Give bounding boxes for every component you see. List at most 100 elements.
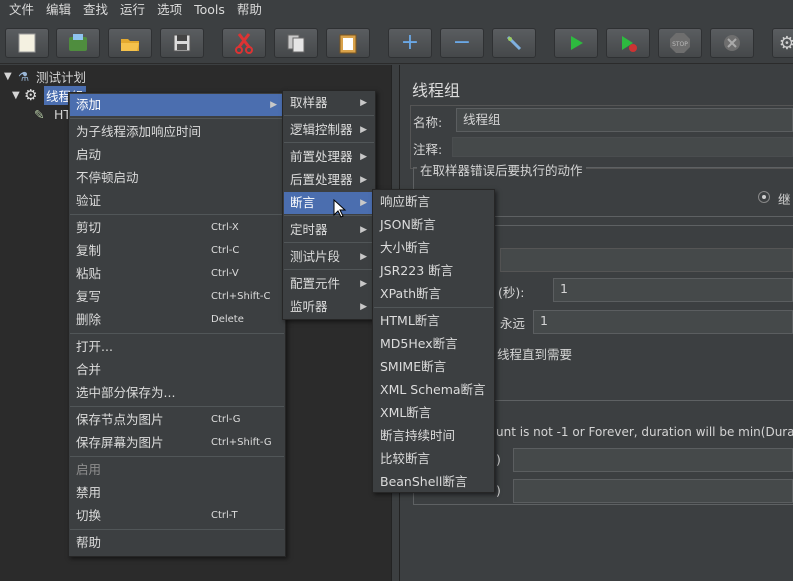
start-button[interactable] bbox=[554, 28, 598, 58]
submenu-item-test-fragment[interactable]: 测试片段 ▶ bbox=[284, 246, 374, 268]
menu-item-start-no-pause[interactable]: 不停顿启动 bbox=[70, 167, 284, 189]
save-button[interactable] bbox=[160, 28, 204, 58]
paste-button[interactable] bbox=[326, 28, 370, 58]
copy-button[interactable] bbox=[274, 28, 318, 58]
continue-label: 继 bbox=[778, 192, 791, 207]
templates-button[interactable] bbox=[56, 28, 100, 58]
start-no-pause-button[interactable] bbox=[606, 28, 650, 58]
menu-item-save-node-image[interactable]: 保存节点为图片 Ctrl-G bbox=[70, 409, 284, 431]
menu-item-save-screen-image[interactable]: 保存屏幕为图片 Ctrl+Shift-G bbox=[70, 432, 284, 454]
startup-delay-field[interactable] bbox=[513, 479, 793, 503]
submenu-item-logic-controller[interactable]: 逻辑控制器 ▶ bbox=[284, 119, 374, 141]
menu-item-label: 监听器 bbox=[290, 299, 328, 314]
menu-item-shortcut: Ctrl-X bbox=[211, 222, 239, 233]
settings-button[interactable]: ⚙ bbox=[772, 28, 793, 58]
menu-item-label: 测试片段 bbox=[290, 249, 341, 264]
assert-item-duration[interactable]: 断言持续时间 bbox=[374, 425, 493, 447]
menu-item-toggle[interactable]: 切换 Ctrl-T bbox=[70, 505, 284, 527]
new-icon bbox=[18, 33, 36, 53]
menu-item-label: 不停顿启动 bbox=[76, 170, 139, 185]
menu-item-label: 添加 bbox=[76, 97, 102, 112]
menu-item-save-selection[interactable]: 选中部分保存为... bbox=[70, 382, 284, 404]
assert-item-xml-schema[interactable]: XML Schema断言 bbox=[374, 379, 493, 401]
submenu-item-timer[interactable]: 定时器 ▶ bbox=[284, 219, 374, 241]
menu-item-shortcut: Ctrl-T bbox=[211, 510, 238, 521]
comment-field[interactable] bbox=[452, 137, 793, 157]
tree-node-label: 测试计划 bbox=[36, 69, 87, 85]
menu-edit[interactable]: 编辑 bbox=[40, 0, 77, 20]
assert-item-xml[interactable]: XML断言 bbox=[374, 402, 493, 424]
submenu-item-config-element[interactable]: 配置元件 ▶ bbox=[284, 273, 374, 295]
shutdown-button[interactable] bbox=[710, 28, 754, 58]
assert-item-compare[interactable]: 比较断言 bbox=[374, 448, 493, 470]
menu-item-shortcut: Delete bbox=[211, 314, 244, 325]
menu-tools[interactable]: Tools bbox=[188, 0, 231, 20]
menu-search[interactable]: 查找 bbox=[77, 0, 114, 20]
flask-icon: ⚗ bbox=[18, 68, 30, 84]
menu-item-label: 断言 bbox=[290, 195, 316, 210]
menu-item-help[interactable]: 帮助 bbox=[70, 532, 284, 554]
menu-item-label: JSR223 断言 bbox=[380, 263, 454, 278]
menu-bar: 文件 编辑 查找 运行 选项 Tools 帮助 bbox=[0, 0, 793, 20]
tree-node-http-sampler[interactable]: ✎ HT bbox=[34, 105, 71, 123]
loop-count-field[interactable]: 1 bbox=[533, 310, 793, 334]
menu-run[interactable]: 运行 bbox=[114, 0, 151, 20]
toggle-button[interactable] bbox=[492, 28, 536, 58]
menu-item-label: 复写 bbox=[76, 289, 102, 304]
assert-item-jsr223[interactable]: JSR223 断言 bbox=[374, 260, 493, 282]
submenu-item-listener[interactable]: 监听器 ▶ bbox=[284, 296, 374, 318]
menu-item-add[interactable]: 添加 ▶ bbox=[70, 94, 284, 116]
stop-button[interactable]: STOP bbox=[658, 28, 702, 58]
menu-item-copy[interactable]: 复制 Ctrl-C bbox=[70, 240, 284, 262]
cut-button[interactable] bbox=[222, 28, 266, 58]
name-field[interactable]: 线程组 bbox=[456, 108, 793, 132]
assert-item-response[interactable]: 响应断言 bbox=[374, 191, 493, 213]
duration-field[interactable] bbox=[513, 448, 793, 472]
menu-item-start[interactable]: 启动 bbox=[70, 144, 284, 166]
expanded-arrow-icon: ▼ bbox=[4, 70, 12, 82]
assert-item-html[interactable]: HTML断言 bbox=[374, 310, 493, 332]
menu-item-disable[interactable]: 禁用 bbox=[70, 482, 284, 504]
tree-node-test-plan[interactable]: ▼ ⚗ 测试计划 bbox=[4, 67, 86, 85]
settings-icon: ⚙ bbox=[778, 32, 793, 54]
menu-item-duplicate[interactable]: 复写 Ctrl+Shift-C bbox=[70, 286, 284, 308]
assert-item-xpath[interactable]: XPath断言 bbox=[374, 283, 493, 305]
submenu-item-post-processor[interactable]: 后置处理器 ▶ bbox=[284, 169, 374, 191]
menu-item-label: 帮助 bbox=[76, 535, 102, 550]
menu-item-add-response-time[interactable]: 为子线程添加响应时间 bbox=[70, 121, 284, 143]
menu-item-delete[interactable]: 删除 Delete bbox=[70, 309, 284, 331]
ramp-up-field[interactable]: 1 bbox=[553, 278, 793, 302]
continue-radio[interactable] bbox=[758, 191, 770, 203]
collapse-button[interactable]: − bbox=[440, 28, 484, 58]
expand-button[interactable]: + bbox=[388, 28, 432, 58]
submenu-item-assertion[interactable]: 断言 ▶ bbox=[284, 192, 374, 214]
start-no-pause-icon bbox=[622, 36, 637, 52]
menu-help[interactable]: 帮助 bbox=[231, 0, 268, 20]
assert-item-smime[interactable]: SMIME断言 bbox=[374, 356, 493, 378]
thread-count-field[interactable] bbox=[500, 248, 793, 272]
assert-item-size[interactable]: 大小断言 bbox=[374, 237, 493, 259]
ramp-up-label: (秒): bbox=[498, 285, 525, 300]
expanded-arrow-icon: ▼ bbox=[12, 89, 20, 101]
open-button[interactable] bbox=[108, 28, 152, 58]
menu-file[interactable]: 文件 bbox=[3, 0, 40, 20]
menu-item-label: 选中部分保存为... bbox=[76, 385, 176, 400]
assert-item-json[interactable]: JSON断言 bbox=[374, 214, 493, 236]
menu-separator bbox=[284, 115, 374, 116]
new-button[interactable] bbox=[5, 28, 49, 58]
menu-item-open[interactable]: 打开... bbox=[70, 336, 284, 358]
comment-label: 注释: bbox=[413, 142, 443, 157]
submenu-item-pre-processor[interactable]: 前置处理器 ▶ bbox=[284, 146, 374, 168]
menu-item-validate[interactable]: 验证 bbox=[70, 190, 284, 212]
assert-item-beanshell[interactable]: BeanShell断言 bbox=[374, 471, 493, 493]
menu-item-merge[interactable]: 合并 bbox=[70, 359, 284, 381]
submenu-item-sampler[interactable]: 取样器 ▶ bbox=[284, 92, 374, 114]
menu-item-paste[interactable]: 粘贴 Ctrl-V bbox=[70, 263, 284, 285]
menu-item-cut[interactable]: 剪切 Ctrl-X bbox=[70, 217, 284, 239]
menu-options[interactable]: 选项 bbox=[151, 0, 188, 20]
menu-item-enable[interactable]: 启用 bbox=[70, 459, 284, 481]
menu-item-shortcut: Ctrl-V bbox=[211, 268, 239, 279]
menu-item-label: 响应断言 bbox=[380, 194, 431, 209]
assert-item-md5hex[interactable]: MD5Hex断言 bbox=[374, 333, 493, 355]
menu-item-label: 断言持续时间 bbox=[380, 428, 456, 443]
